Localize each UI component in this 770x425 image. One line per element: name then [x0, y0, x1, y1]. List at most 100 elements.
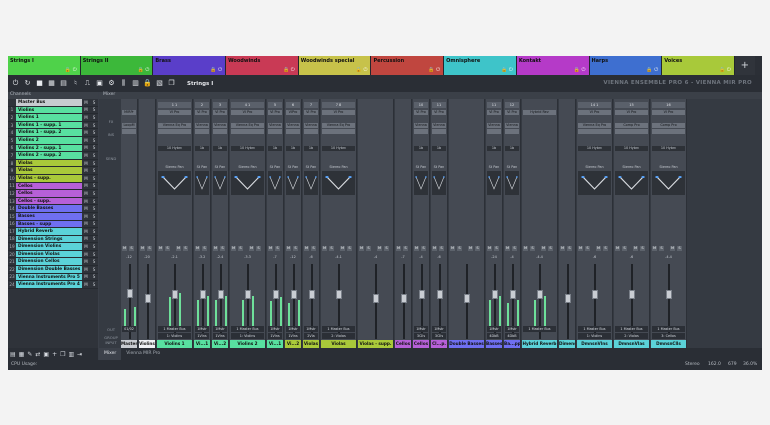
lock-power-icon[interactable]: 🔒 ⏻ [210, 67, 222, 73]
input-selector[interactable]: 4DbB [505, 333, 519, 339]
strip-name[interactable]: Cellos [413, 340, 429, 348]
solo-button[interactable]: S [384, 246, 389, 251]
volume-fader[interactable] [565, 293, 571, 303]
settings-icon[interactable]: ⚙ [107, 79, 116, 88]
input-selector[interactable]: 3: Cellos [652, 333, 685, 339]
strip-io-slot[interactable]: 1 1 [158, 102, 191, 108]
strip-io-slot[interactable]: 6 [286, 102, 300, 108]
mute-button[interactable]: M [414, 246, 419, 251]
insert-slot-1[interactable]: VI Pro [615, 110, 648, 115]
stereo-pan-control[interactable] [487, 171, 501, 195]
volume-fader[interactable] [172, 290, 178, 300]
volume-fader[interactable] [464, 293, 470, 303]
solo-button[interactable]: S [366, 246, 371, 251]
strip-io-slot[interactable]: 15 [615, 102, 648, 108]
volume-fader[interactable] [309, 290, 315, 300]
insert-slot-3[interactable] [122, 129, 136, 134]
solo-toggle[interactable]: S [90, 130, 98, 135]
mute-toggle[interactable]: M [82, 161, 90, 166]
stereo-pan-control[interactable] [322, 171, 355, 195]
strip-name[interactable]: Violins 2 [230, 340, 265, 348]
delete-icon[interactable]: ▥ [69, 351, 75, 358]
strip-io-slot[interactable]: 2 [195, 102, 209, 108]
grid-icon[interactable]: ▥ [131, 79, 140, 88]
insert-slot-3[interactable] [322, 129, 355, 134]
insert-slot-3[interactable] [213, 129, 227, 134]
solo-toggle[interactable]: S [90, 229, 98, 234]
insert-slot-1[interactable]: VI Pro [322, 110, 355, 115]
volume-fader[interactable] [401, 293, 407, 303]
volume-fader[interactable] [273, 290, 279, 300]
strip-name[interactable]: Violas [303, 340, 319, 348]
solo-button[interactable]: S [202, 246, 207, 251]
stereo-pan-control[interactable] [652, 171, 685, 195]
strip-name[interactable]: Double Basses [449, 340, 484, 348]
solo-button[interactable]: S [548, 246, 553, 251]
instance-tab[interactable]: Harps 🔒 ⏻ [589, 56, 663, 75]
solo-toggle[interactable]: S [90, 252, 98, 257]
solo-toggle[interactable]: S [90, 107, 98, 112]
solo-toggle[interactable]: S [90, 176, 98, 181]
solo-button[interactable]: S [439, 246, 444, 251]
input-selector[interactable]: 2: Violas [615, 333, 648, 339]
mute-button[interactable]: M [176, 246, 181, 251]
send-slot[interactable]: 1b [487, 146, 501, 151]
stereo-pan-control[interactable] [432, 171, 446, 195]
solo-toggle[interactable]: S [90, 274, 98, 279]
strip-name[interactable]: Violins [139, 340, 155, 348]
mute-toggle[interactable]: M [82, 123, 90, 128]
solo-button[interactable]: S [147, 246, 152, 251]
send-slot[interactable]: 1b [432, 146, 446, 151]
send-slot[interactable]: 1b [213, 146, 227, 151]
channel-row[interactable]: 21 Dimension Cellos M S [8, 258, 98, 267]
solo-toggle[interactable]: S [90, 206, 98, 211]
solo-toggle[interactable]: S [90, 244, 98, 249]
input-selector[interactable]: 1: Violins [231, 333, 264, 339]
insert-slot-2[interactable]: LoopM [122, 123, 136, 128]
instance-tab[interactable]: Brass 🔒 ⏻ [153, 56, 227, 75]
insert-slot-2[interactable]: Vienna [304, 123, 318, 128]
channel-row[interactable]: 20 Dimension Violas M S [8, 250, 98, 259]
output-selector[interactable]: 1 Master Bus [158, 326, 191, 332]
mute-button[interactable]: M [322, 246, 327, 251]
insert-slot-2[interactable]: Vienna Eq Pro [231, 123, 264, 128]
instance-tab[interactable]: Strings II 🔒 ⏻ [80, 56, 154, 75]
insert-slot-2[interactable]: Vienna [414, 123, 428, 128]
insert-slot-3[interactable] [414, 129, 428, 134]
send-slot[interactable]: 10 Hybrc [615, 146, 648, 151]
strip-io-slot[interactable]: 7 [304, 102, 318, 108]
mute-button[interactable]: M [652, 246, 657, 251]
channel-row[interactable]: 2 Violins 1MS [8, 114, 98, 122]
instance-tab[interactable]: Woodwinds special 🔒 ⏻ [298, 56, 372, 75]
strip-io-slot[interactable]: 7 8 [322, 102, 355, 108]
insert-slot-1[interactable]: VI Pro [432, 110, 446, 115]
stereo-pan-control[interactable] [615, 171, 648, 195]
mute-toggle[interactable]: M [82, 259, 90, 264]
insert-slot-2[interactable]: Vienna Eq Pro [578, 123, 611, 128]
input-selector[interactable]: 3Clls [414, 333, 428, 339]
insert-slot-1[interactable]: VI Pro [505, 110, 519, 115]
solo-toggle[interactable]: S [90, 221, 98, 226]
insert-slot-2[interactable]: Comp Pro [652, 123, 685, 128]
mute-toggle[interactable]: M [82, 130, 90, 135]
input-selector[interactable]: 2Vla [304, 333, 318, 339]
mute-button[interactable]: M [523, 246, 528, 251]
stereo-pan-control[interactable] [414, 171, 428, 195]
insert-slot-1[interactable]: VI Pro [578, 110, 611, 115]
mute-toggle[interactable]: M [82, 115, 90, 120]
output-selector[interactable]: 1 Master Bus [231, 326, 264, 332]
mute-toggle[interactable]: M [82, 153, 90, 158]
mute-button[interactable]: M [432, 246, 437, 251]
instance-tab[interactable]: Kontakt 🔒 ⏻ [516, 56, 590, 75]
lock-power-icon[interactable]: 🔒 ⏻ [501, 67, 513, 73]
channel-row[interactable]: 22 Dimension Double Basses M S [8, 266, 98, 274]
solo-button[interactable]: S [603, 246, 608, 251]
mute-button[interactable]: M [268, 246, 273, 251]
solo-toggle[interactable]: S [90, 191, 98, 196]
strip-name[interactable]: DmnsnClls [651, 340, 686, 348]
lock-power-icon[interactable]: 🔒 ⏻ [646, 67, 658, 73]
insert-slot-3[interactable] [231, 129, 264, 134]
solo-button[interactable]: S [622, 246, 627, 251]
volume-fader[interactable] [145, 293, 151, 303]
mute-button[interactable]: M [468, 246, 473, 251]
